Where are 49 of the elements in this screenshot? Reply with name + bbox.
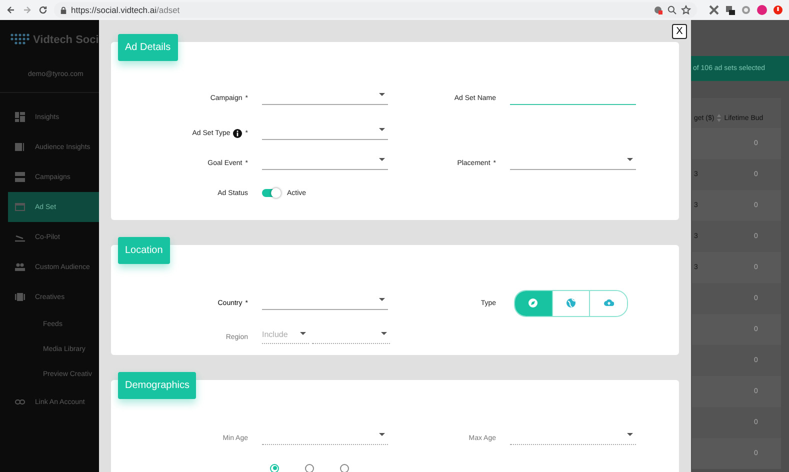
section-header: Location [118,237,170,264]
caret-icon [300,332,306,335]
caret-icon [379,158,385,161]
dropdown-field[interactable] [262,91,388,105]
caret-icon [627,158,633,161]
caret-icon [379,298,385,301]
compass-button[interactable] [515,290,552,316]
radio-button[interactable] [270,464,279,472]
dropdown-field[interactable] [262,156,388,170]
info-icon[interactable] [233,128,242,138]
zoom-icon[interactable] [667,5,677,15]
section-header: Ad Details [118,34,178,61]
people-icon [15,262,25,272]
card-icon [15,142,25,152]
radio-button[interactable] [305,464,314,472]
globe-icon [566,298,576,308]
extension-icon[interactable] [725,5,735,15]
dropdown-field[interactable] [312,330,390,344]
forward-icon[interactable] [22,5,32,15]
link-icon [15,397,25,407]
window-icon [15,202,25,212]
close-button[interactable]: X [672,24,687,39]
reload-icon[interactable] [38,5,48,15]
compass-icon [528,298,538,308]
radio-button[interactable] [340,464,349,472]
caret-icon [381,332,387,335]
stack-icon [15,172,25,182]
sort-icon[interactable] [717,114,722,122]
grid-icon [15,112,25,122]
globe-button[interactable] [552,290,590,316]
caret-icon [379,433,385,436]
star-icon[interactable] [681,5,691,15]
back-icon[interactable] [6,5,16,15]
toggle-switch[interactable] [262,189,280,197]
dropdown-field[interactable] [262,126,388,140]
profile-avatar-icon[interactable] [757,5,767,15]
brand-name: Vidtech Soci [33,34,99,46]
caret-icon [379,128,385,131]
lock-icon [60,6,67,14]
address-bar[interactable]: https://social.vidtech.ai/adset [54,2,697,18]
logo-icon [10,33,30,47]
upload-button[interactable] [589,290,627,316]
cloud-upload-icon [604,298,614,308]
dropdown-field[interactable] [510,156,636,170]
caret-icon [379,93,385,96]
section-header: Demographics [118,372,196,399]
caret-icon [627,433,633,436]
film-icon [15,292,25,302]
dropdown-field[interactable] [262,296,388,310]
